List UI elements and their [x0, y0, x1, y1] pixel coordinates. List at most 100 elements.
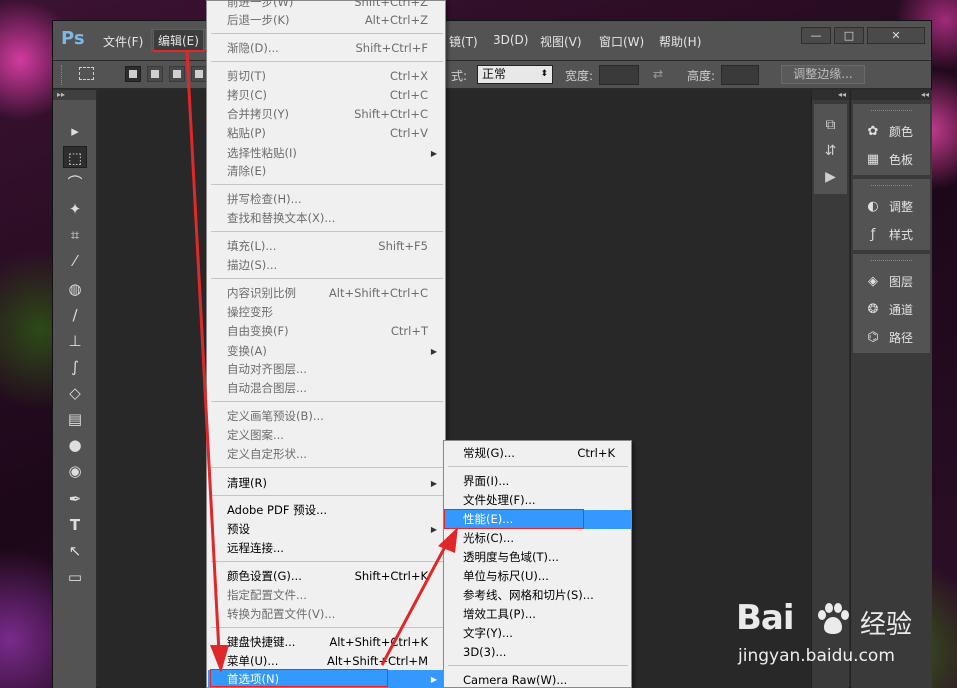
panel-dock-collapse-icon[interactable]: ◂◂ — [851, 90, 932, 100]
menu-fade[interactable]: 渐隐(D)... Shift+Ctrl+F — [208, 39, 444, 58]
pref-3d[interactable]: 3D(3)... — [445, 643, 631, 662]
separator — [211, 467, 443, 468]
options-bar: 式: 正常 ⬍ 宽度: ⇄ 高度: 调整边缘... — [53, 61, 931, 89]
minimize-button[interactable]: — — [801, 27, 831, 44]
menu-paste[interactable]: 粘贴(P) Ctrl+V — [208, 124, 444, 143]
menu-help[interactable]: 帮助(H) — [659, 33, 701, 50]
swap-icon[interactable]: ⇄ — [653, 67, 663, 81]
menu-purge[interactable]: 清理(R) ▶ — [208, 474, 444, 493]
toolbox-collapse-icon[interactable]: ▸▸ — [53, 90, 96, 100]
move-icon[interactable]: ▸ — [63, 120, 87, 142]
add-selection-icon[interactable] — [147, 66, 163, 82]
menu-assign-profile[interactable]: 指定配置文件... — [208, 586, 444, 605]
menu-auto-blend[interactable]: 自动混合图层... — [208, 379, 444, 398]
close-button[interactable]: ✕ — [867, 27, 925, 44]
panel-adjustments[interactable]: ◐ 调整 — [853, 192, 930, 220]
menu-content-aware-scale[interactable]: 内容识别比例 Alt+Shift+Ctrl+C — [208, 284, 444, 303]
menu-remote[interactable]: 远程连接... — [208, 539, 444, 558]
menu-find-replace[interactable]: 查找和替换文本(X)... — [208, 209, 444, 228]
history-panel-icon[interactable]: ⧉ — [816, 112, 846, 138]
play-panel-icon[interactable]: ▶ — [816, 164, 846, 190]
blur-icon[interactable]: ● — [63, 434, 87, 456]
crop-icon[interactable]: ⌗ — [63, 224, 87, 246]
menu-filter[interactable]: 镜(T) — [449, 33, 478, 50]
menu-window[interactable]: 窗口(W) — [599, 33, 644, 50]
healing-icon[interactable]: ◍ — [63, 278, 87, 300]
menu-auto-align[interactable]: 自动对齐图层... — [208, 360, 444, 379]
menu-file[interactable]: 文件(F) — [103, 33, 143, 50]
menu-presets[interactable]: 预设 ▶ — [208, 520, 444, 539]
intersect-selection-icon[interactable] — [191, 66, 207, 82]
menu-color-settings[interactable]: 颜色设置(G)... Shift+Ctrl+K — [208, 567, 444, 586]
pen-icon[interactable]: ✒ — [63, 488, 87, 510]
eraser-icon[interactable]: ◇ — [63, 382, 87, 404]
magic-wand-icon[interactable]: ✦ — [63, 198, 87, 220]
menu-3d[interactable]: 3D(D) — [493, 33, 528, 47]
gradient-icon[interactable]: ▤ — [63, 408, 87, 430]
menu-clear[interactable]: 清除(E) — [208, 162, 444, 181]
menu-spell-check[interactable]: 拼写检查(H)... — [208, 190, 444, 209]
menu-copy[interactable]: 拷贝(C) Ctrl+C — [208, 86, 444, 105]
actions-panel-icon[interactable]: ⇵ — [816, 138, 846, 164]
submenu-arrow-icon: ▶ — [430, 675, 437, 684]
pref-units[interactable]: 单位与标尺(U)... — [445, 567, 631, 586]
options-grip[interactable] — [61, 65, 64, 85]
menu-view[interactable]: 视图(V) — [540, 33, 582, 50]
menu-define-brush[interactable]: 定义画笔预设(B)... — [208, 407, 444, 426]
stamp-icon[interactable]: ⊥ — [63, 330, 87, 352]
item-shortcut: Alt+Shift+Ctrl+K — [329, 635, 428, 649]
item-shortcut: Shift+Ctrl+F — [355, 41, 429, 55]
panel-label: 颜色 — [889, 124, 914, 139]
item-label: 清除(E) — [227, 164, 267, 178]
menu-convert-profile[interactable]: 转换为配置文件(V)... — [208, 605, 444, 624]
marquee-options-icon[interactable] — [79, 67, 94, 80]
refine-edge-button[interactable]: 调整边缘... — [781, 65, 865, 84]
dock-collapse-icon[interactable]: ◂◂ — [812, 90, 849, 100]
panel-swatches[interactable]: ▦ 色板 — [853, 145, 930, 173]
shape-icon[interactable]: ▭ — [63, 566, 87, 588]
rect-marquee-icon[interactable]: ⬚ — [63, 146, 87, 168]
menu-cut[interactable]: 剪切(T) Ctrl+X — [208, 67, 444, 86]
style-select[interactable]: 正常 ⬍ — [477, 65, 553, 84]
item-label: 界面(I)... — [463, 474, 510, 488]
pref-interface[interactable]: 界面(I)... — [445, 472, 631, 491]
menu-keyboard-shortcuts[interactable]: 键盘快捷键... Alt+Shift+Ctrl+K — [208, 633, 444, 652]
height-field[interactable] — [721, 65, 759, 85]
panel-styles[interactable]: ƒ 样式 — [853, 220, 930, 248]
brush-icon[interactable]: ∕ — [63, 304, 87, 326]
menu-step-backward[interactable]: 后退一步(K) Alt+Ctrl+Z — [208, 11, 444, 30]
dodge-icon[interactable]: ◉ — [63, 460, 87, 482]
pref-file-handling[interactable]: 文件处理(F)... — [445, 491, 631, 510]
panel-color[interactable]: ✿ 颜色 — [853, 117, 930, 145]
separator — [211, 231, 443, 232]
pref-plugins[interactable]: 增效工具(P)... — [445, 605, 631, 624]
type-icon[interactable]: T — [63, 514, 87, 536]
panel-paths[interactable]: ⌬ 路径 — [853, 323, 930, 351]
menu-define-pattern[interactable]: 定义图案... — [208, 426, 444, 445]
menu-copy-merged[interactable]: 合并拷贝(Y) Shift+Ctrl+C — [208, 105, 444, 124]
menu-pdf-presets[interactable]: Adobe PDF 预设... — [208, 501, 444, 520]
subtract-selection-icon[interactable] — [169, 66, 185, 82]
menu-puppet-warp[interactable]: 操控变形 — [208, 303, 444, 322]
pref-type[interactable]: 文字(Y)... — [445, 624, 631, 643]
menu-free-transform[interactable]: 自由变换(F) Ctrl+T — [208, 322, 444, 341]
width-field[interactable] — [599, 65, 639, 85]
menu-fill[interactable]: 填充(L)... Shift+F5 — [208, 237, 444, 256]
menu-paste-special[interactable]: 选择性粘贴(I) ▶ — [208, 144, 444, 163]
pref-guides[interactable]: 参考线、网格和切片(S)... — [445, 586, 631, 605]
path-select-icon[interactable]: ↖ — [63, 540, 87, 562]
pref-cursors[interactable]: 光标(C)... — [445, 529, 631, 548]
pref-general[interactable]: 常规(G)... Ctrl+K — [445, 444, 631, 463]
menu-stroke[interactable]: 描边(S)... — [208, 256, 444, 275]
menu-define-shape[interactable]: 定义自定形状... — [208, 445, 444, 464]
menu-transform[interactable]: 变换(A) ▶ — [208, 342, 444, 361]
pref-camera-raw[interactable]: Camera Raw(W)... — [445, 671, 631, 688]
panel-layers[interactable]: ◈ 图层 — [853, 267, 930, 295]
pref-transparency[interactable]: 透明度与色域(T)... — [445, 548, 631, 567]
lasso-icon[interactable]: ⌒ — [63, 172, 87, 194]
panel-channels[interactable]: ❂ 通道 — [853, 295, 930, 323]
eyedropper-icon[interactable]: ⁄ — [63, 250, 87, 272]
history-brush-icon[interactable]: ∫ — [63, 356, 87, 378]
new-selection-icon[interactable] — [125, 66, 141, 82]
maximize-button[interactable]: □ — [834, 27, 864, 44]
